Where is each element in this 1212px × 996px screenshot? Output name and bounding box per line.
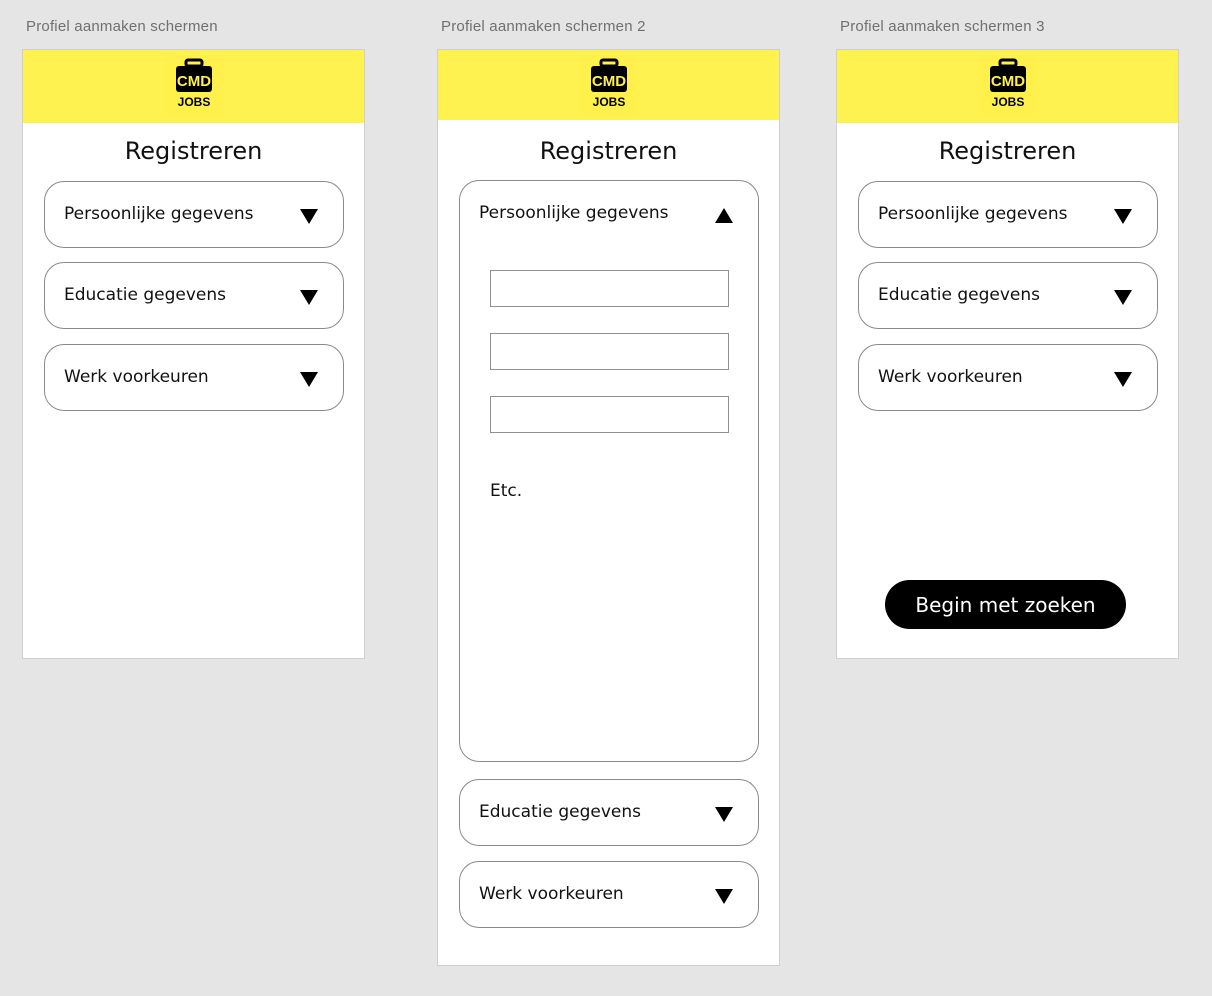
app-header: CMD JOBS [23, 50, 364, 123]
logo-text-top: CMD [990, 73, 1024, 90]
accordion-werk-voorkeuren[interactable]: Werk voorkeuren [459, 861, 759, 928]
accordion-werk-voorkeuren[interactable]: Werk voorkeuren [44, 344, 344, 411]
cmd-jobs-logo[interactable]: CMD JOBS [164, 56, 223, 116]
etc-text: Etc. [490, 481, 523, 501]
accordion-werk-voorkeuren[interactable]: Werk voorkeuren [858, 344, 1158, 411]
accordion-label: Educatie gegevens [479, 802, 641, 822]
logo-text-bottom: JOBS [991, 95, 1024, 109]
triangle-down-icon[interactable] [300, 209, 318, 224]
form-field-1[interactable] [490, 270, 729, 307]
cmd-jobs-logo[interactable]: CMD JOBS [579, 56, 638, 116]
logo-text-top: CMD [591, 73, 625, 90]
triangle-up-icon[interactable] [715, 208, 733, 223]
accordion-label: Educatie gegevens [64, 285, 226, 305]
triangle-down-icon[interactable] [1114, 290, 1132, 305]
accordion-persoonlijke-gegevens[interactable]: Persoonlijke gegevens [44, 181, 344, 248]
triangle-down-icon[interactable] [300, 290, 318, 305]
app-header: CMD JOBS [438, 50, 779, 120]
accordion-label: Werk voorkeuren [479, 884, 624, 904]
accordion-label: Werk voorkeuren [878, 367, 1023, 387]
accordion-educatie-gegevens[interactable]: Educatie gegevens [459, 779, 759, 846]
triangle-down-icon[interactable] [300, 372, 318, 387]
app-header: CMD JOBS [837, 50, 1178, 123]
page-title: Registreren [539, 137, 678, 165]
accordion-persoonlijke-gegevens[interactable]: Persoonlijke gegevens [858, 181, 1158, 248]
logo-text-top: CMD [176, 73, 210, 90]
accordion-persoonlijke-gegevens-expanded[interactable]: Persoonlijke gegevens Etc. [459, 180, 759, 762]
logo-text-bottom: JOBS [177, 95, 210, 109]
accordion-label: Persoonlijke gegevens [479, 203, 669, 223]
briefcase-icon: CMD JOBS [175, 58, 212, 109]
artboard-label-1: Profiel aanmaken schermen [26, 18, 218, 35]
screen-3: CMD JOBS Registreren Persoonlijke gegeve… [836, 49, 1179, 659]
page-title: Registreren [938, 137, 1077, 165]
accordion-label: Educatie gegevens [878, 285, 1040, 305]
cmd-jobs-logo[interactable]: CMD JOBS [978, 56, 1037, 116]
screen-1: CMD JOBS Registreren Persoonlijke gegeve… [22, 49, 365, 659]
triangle-down-icon[interactable] [715, 807, 733, 822]
triangle-down-icon[interactable] [715, 889, 733, 904]
begin-met-zoeken-button[interactable]: Begin met zoeken [885, 580, 1126, 629]
accordion-educatie-gegevens[interactable]: Educatie gegevens [858, 262, 1158, 329]
logo-text-bottom: JOBS [592, 95, 625, 109]
accordion-label: Werk voorkeuren [64, 367, 209, 387]
triangle-down-icon[interactable] [1114, 372, 1132, 387]
briefcase-icon: CMD JOBS [989, 58, 1026, 109]
page-title: Registreren [124, 137, 263, 165]
accordion-label: Persoonlijke gegevens [878, 204, 1068, 224]
form-field-3[interactable] [490, 396, 729, 433]
triangle-down-icon[interactable] [1114, 209, 1132, 224]
artboard-label-3: Profiel aanmaken schermen 3 [840, 18, 1045, 35]
briefcase-icon: CMD JOBS [590, 58, 627, 109]
accordion-educatie-gegevens[interactable]: Educatie gegevens [44, 262, 344, 329]
screen-2: CMD JOBS Registreren Persoonlijke gegeve… [437, 49, 780, 966]
accordion-label: Persoonlijke gegevens [64, 204, 254, 224]
artboard-label-2: Profiel aanmaken schermen 2 [441, 18, 646, 35]
form-field-2[interactable] [490, 333, 729, 370]
